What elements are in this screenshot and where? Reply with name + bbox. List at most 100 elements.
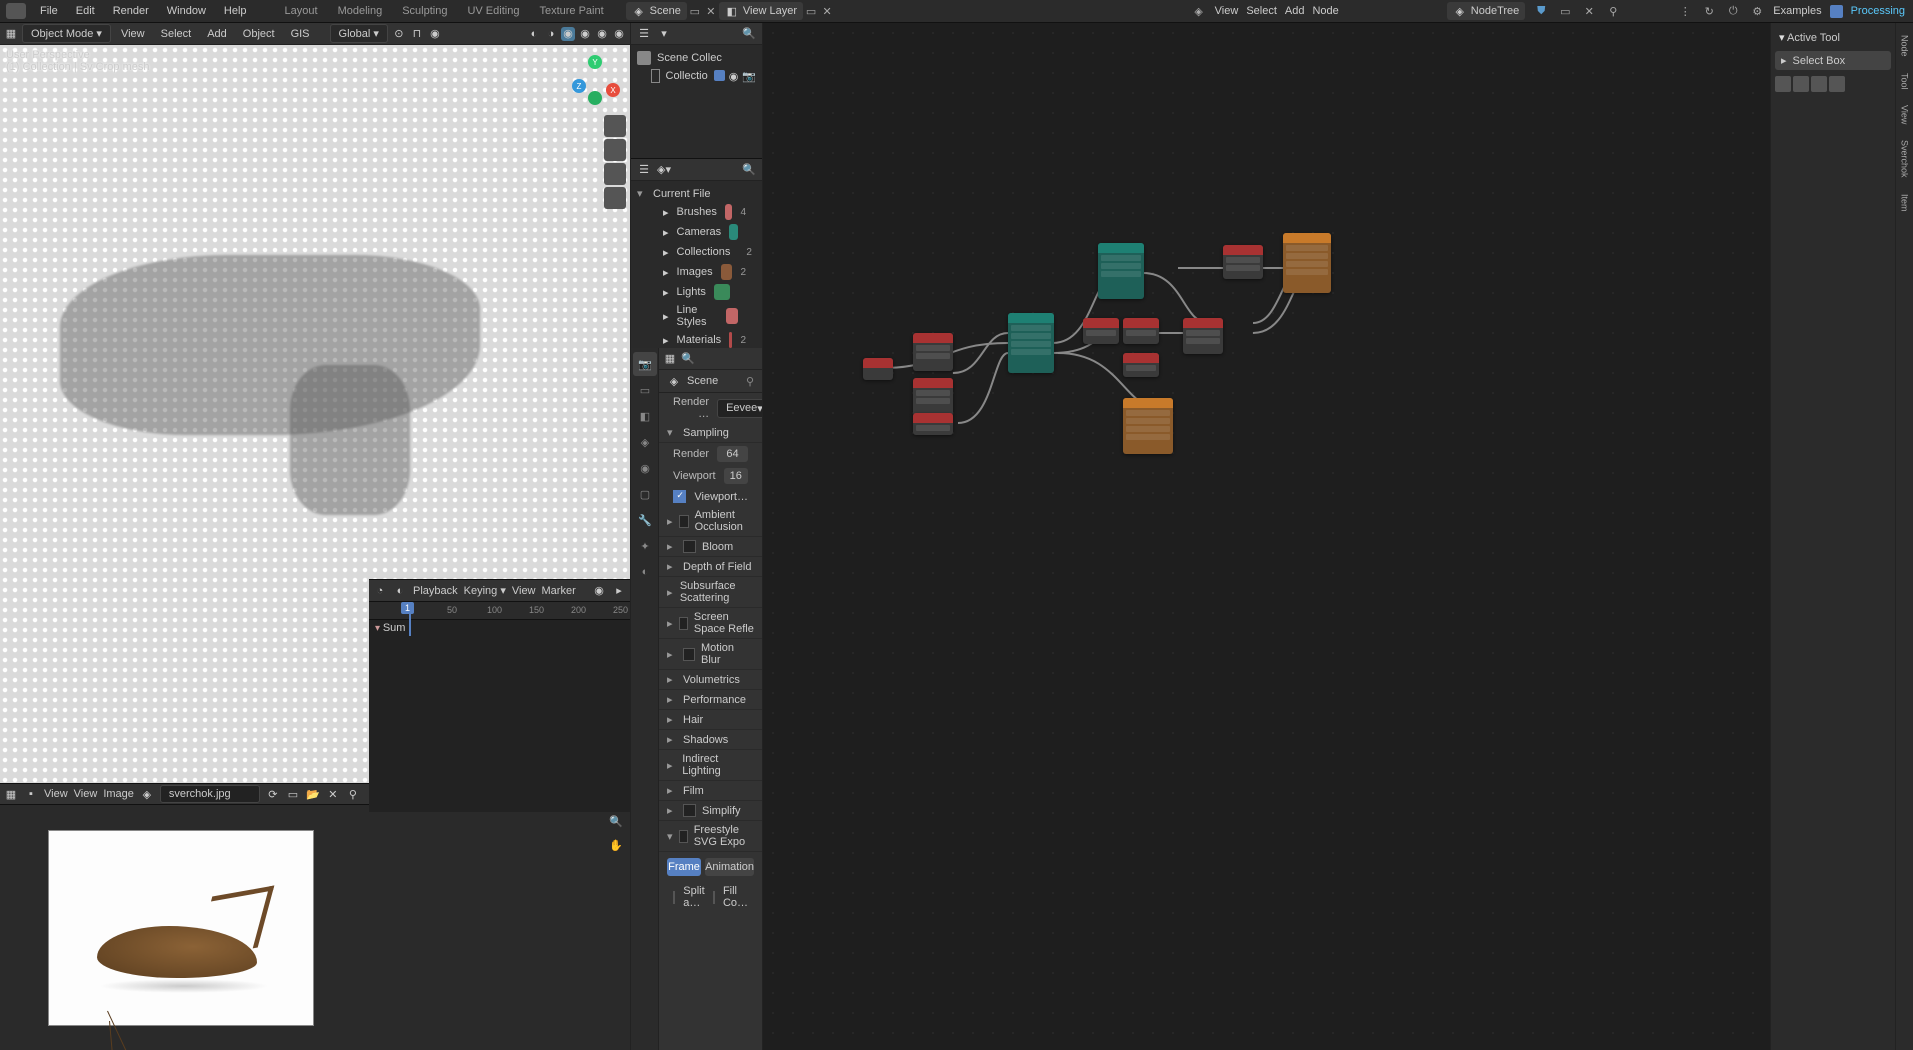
- node-input-2[interactable]: [913, 333, 953, 371]
- ne-menu-node[interactable]: Node: [1312, 5, 1338, 17]
- tl-rec-icon[interactable]: ▸: [612, 584, 626, 598]
- section-film[interactable]: ▸Film: [659, 781, 762, 801]
- file-row[interactable]: ▸ Line Styles: [637, 302, 756, 330]
- img-mode-icon[interactable]: ▪: [24, 787, 38, 801]
- app-logo-icon[interactable]: [6, 3, 26, 19]
- xray-toggle-icon[interactable]: ◑: [544, 27, 558, 41]
- prop-type-icon[interactable]: ▦: [663, 352, 677, 366]
- snap-icon[interactable]: ⊙: [392, 27, 406, 41]
- img-close-icon[interactable]: ✕: [326, 787, 340, 801]
- node-viewer-2[interactable]: [1283, 233, 1331, 293]
- sel-new-icon[interactable]: [1775, 76, 1791, 92]
- shading-render-icon[interactable]: ◉: [612, 27, 626, 41]
- section-sss[interactable]: ▸Subsurface Scattering: [659, 577, 762, 608]
- zoom-icon[interactable]: [604, 115, 626, 137]
- tree-row-current-file[interactable]: ▾ Current File: [637, 185, 756, 202]
- proportional-icon[interactable]: ◉: [428, 27, 442, 41]
- tree-row-collection[interactable]: Collectio ◉ 📷: [637, 67, 756, 85]
- section-bloom[interactable]: ▸Bloom: [659, 537, 762, 557]
- exclude-checkbox[interactable]: [714, 70, 725, 81]
- expand-icon[interactable]: ▸: [663, 206, 669, 219]
- pan-icon[interactable]: [604, 139, 626, 161]
- node-mid-2[interactable]: [1123, 318, 1159, 344]
- vtab-node[interactable]: Node: [1898, 29, 1912, 63]
- fill-checkbox[interactable]: [713, 891, 715, 904]
- axis-x[interactable]: X: [606, 83, 620, 97]
- outliner-tree[interactable]: Scene Collec Collectio ◉ 📷: [631, 45, 762, 158]
- img-refresh-icon[interactable]: ⟳: [266, 787, 280, 801]
- magnet-icon[interactable]: ⊓: [410, 27, 424, 41]
- ao-checkbox[interactable]: [679, 515, 688, 528]
- editor-type-icon[interactable]: ▦: [4, 27, 18, 41]
- expand-icon[interactable]: ▸: [663, 266, 669, 279]
- vp-menu-gis[interactable]: GIS: [285, 26, 316, 42]
- expand-icon[interactable]: ▸: [663, 246, 669, 259]
- ptab-viewlayer[interactable]: ◧: [633, 404, 657, 428]
- expand-icon[interactable]: ▸: [663, 334, 669, 347]
- outliner-type-icon[interactable]: ☰: [637, 27, 651, 41]
- node-mid-5[interactable]: [1223, 245, 1263, 279]
- layer-new-icon[interactable]: ▭: [803, 3, 819, 19]
- node-editor-canvas[interactable]: [763, 23, 1770, 1050]
- axis-z[interactable]: Z: [572, 79, 586, 93]
- sel-intersect-icon[interactable]: [1829, 76, 1845, 92]
- ptab-modifiers[interactable]: 🔧: [633, 508, 657, 532]
- scene-new-icon[interactable]: ▭: [687, 3, 703, 19]
- expand-icon[interactable]: ▸: [663, 286, 669, 299]
- node-mid-3[interactable]: [1123, 353, 1159, 377]
- expand-icon[interactable]: ▸: [663, 310, 669, 323]
- timeline-type-icon[interactable]: ◔: [373, 584, 387, 598]
- processing-checkbox[interactable]: [1830, 5, 1843, 18]
- section-vol[interactable]: ▸Volumetrics: [659, 670, 762, 690]
- img-pin-icon[interactable]: ⚲: [346, 787, 360, 801]
- tab-sculpting[interactable]: Sculpting: [392, 1, 457, 21]
- expand-icon[interactable]: ▸: [663, 226, 669, 239]
- playhead[interactable]: 1: [409, 602, 411, 636]
- tl-menu-keying[interactable]: Keying ▾: [464, 584, 506, 597]
- dots-icon[interactable]: ⋮: [1677, 3, 1693, 19]
- tl-menu-view[interactable]: View: [512, 585, 536, 597]
- ptab-scene[interactable]: ◈: [633, 430, 657, 454]
- section-ao[interactable]: ▸Ambient Occlusion: [659, 506, 762, 537]
- select-tool-row[interactable]: ▸ Select Box: [1775, 51, 1891, 70]
- vtab-tool[interactable]: Tool: [1898, 67, 1912, 96]
- vtab-view[interactable]: View: [1898, 99, 1912, 130]
- split-checkbox[interactable]: [673, 891, 675, 904]
- timeline-canvas[interactable]: 1 50 100 150 200 250 1 ▾ Sum: [369, 602, 630, 636]
- vp-menu-add[interactable]: Add: [201, 26, 233, 42]
- pin-icon[interactable]: ⚲: [1605, 3, 1621, 19]
- img-new-icon[interactable]: ▭: [286, 787, 300, 801]
- file-row[interactable]: ▸ Collections 2: [637, 242, 756, 262]
- view-layer-selector[interactable]: ◧ View Layer: [719, 2, 803, 20]
- close-tree-icon[interactable]: ✕: [1581, 3, 1597, 19]
- search-icon[interactable]: 🔍: [681, 352, 695, 365]
- settings-icon[interactable]: ⚙: [1749, 3, 1765, 19]
- ptab-render[interactable]: 📷: [633, 352, 657, 376]
- section-indirect[interactable]: ▸Indirect Lighting: [659, 750, 762, 781]
- scene-selector[interactable]: ◈ Scene: [626, 2, 687, 20]
- pin-icon[interactable]: ⚲: [746, 375, 754, 388]
- autokey-icon[interactable]: ◉: [592, 584, 606, 598]
- menu-edit[interactable]: Edit: [68, 2, 103, 20]
- animation-button[interactable]: Animation: [705, 858, 754, 876]
- ssr-checkbox[interactable]: [679, 617, 688, 630]
- node-input-3[interactable]: [913, 378, 953, 416]
- expand-icon[interactable]: ▾: [637, 187, 647, 200]
- tab-uv[interactable]: UV Editing: [457, 1, 529, 21]
- sel-extend-icon[interactable]: [1793, 76, 1809, 92]
- shading-solid-icon[interactable]: ◉: [578, 27, 592, 41]
- vtab-item[interactable]: Item: [1898, 188, 1912, 218]
- render-icon[interactable]: 📷: [742, 70, 756, 83]
- menu-render[interactable]: Render: [105, 2, 157, 20]
- render-engine-dropdown[interactable]: Eevee▾: [717, 399, 762, 418]
- axis-y[interactable]: Y: [588, 55, 602, 69]
- mb-checkbox[interactable]: [683, 648, 695, 661]
- overlay-toggle-icon[interactable]: ◐: [527, 27, 541, 41]
- image-name-field[interactable]: sverchok.jpg: [160, 785, 260, 803]
- zoom-tool-icon[interactable]: 🔍: [606, 811, 626, 831]
- sel-subtract-icon[interactable]: [1811, 76, 1827, 92]
- shield-icon[interactable]: ⛊: [1533, 3, 1549, 19]
- frame-button[interactable]: Frame: [667, 858, 701, 876]
- display-mode-icon[interactable]: ◈▾: [657, 163, 671, 177]
- bloom-checkbox[interactable]: [683, 540, 696, 553]
